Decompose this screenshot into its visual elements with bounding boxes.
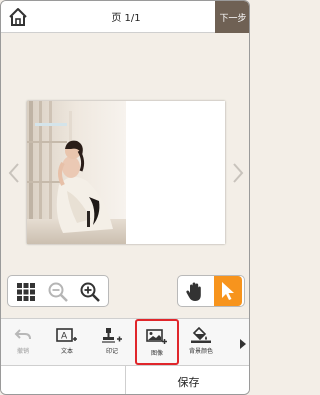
next-page-arrow-icon[interactable] [231, 161, 245, 185]
photo-image[interactable] [27, 101, 126, 244]
undo-icon [14, 329, 31, 340]
grid-icon[interactable] [14, 280, 38, 304]
add-text-button[interactable]: A 文本 [45, 319, 89, 366]
page-canvas[interactable] [27, 101, 225, 244]
add-image-label: 图像 [150, 350, 163, 357]
add-image-button[interactable]: 图像 [135, 319, 179, 365]
pointer-arrow-icon [222, 282, 234, 300]
add-stamp-label: 印记 [105, 348, 118, 355]
zoom-out-icon[interactable] [46, 280, 70, 304]
page-indicator: 页 1/1 [111, 13, 141, 24]
zoom-panel [7, 275, 109, 307]
save-row: 保存 [1, 365, 249, 394]
add-stamp-button[interactable]: 印记 [90, 319, 134, 366]
zoom-in-icon[interactable] [78, 280, 102, 304]
mode-panel [177, 275, 245, 307]
undo-label: 撤销 [16, 348, 29, 355]
background-color-button[interactable]: 背景颜色 [179, 319, 223, 366]
next-button[interactable]: 下一步 [215, 1, 249, 33]
add-text-icon: A [56, 328, 77, 342]
header-bar: 页 1/1 下一步 [1, 1, 249, 33]
background-color-label: 背景颜色 [188, 348, 213, 355]
undo-button[interactable]: 撤销 [1, 319, 45, 366]
app-frame: 页 1/1 下一步 撤销 A 文本 印记 图像 背景颜色 保存 [0, 0, 250, 395]
background-color-icon [191, 327, 211, 343]
save-button[interactable]: 保存 [126, 366, 249, 394]
add-image-icon [146, 329, 167, 344]
previous-page-arrow-icon[interactable] [7, 161, 21, 185]
svg-text:A: A [61, 332, 68, 342]
toolbar-scroll-right-icon[interactable] [239, 335, 247, 354]
home-icon[interactable] [7, 6, 29, 28]
add-text-label: 文本 [60, 348, 73, 355]
hand-icon[interactable] [183, 280, 207, 304]
pointer-mode-button[interactable] [214, 276, 242, 306]
save-row-left-cell [1, 366, 126, 394]
edit-toolbar: 撤销 A 文本 印记 图像 背景颜色 [1, 318, 249, 366]
add-stamp-icon [102, 328, 122, 343]
